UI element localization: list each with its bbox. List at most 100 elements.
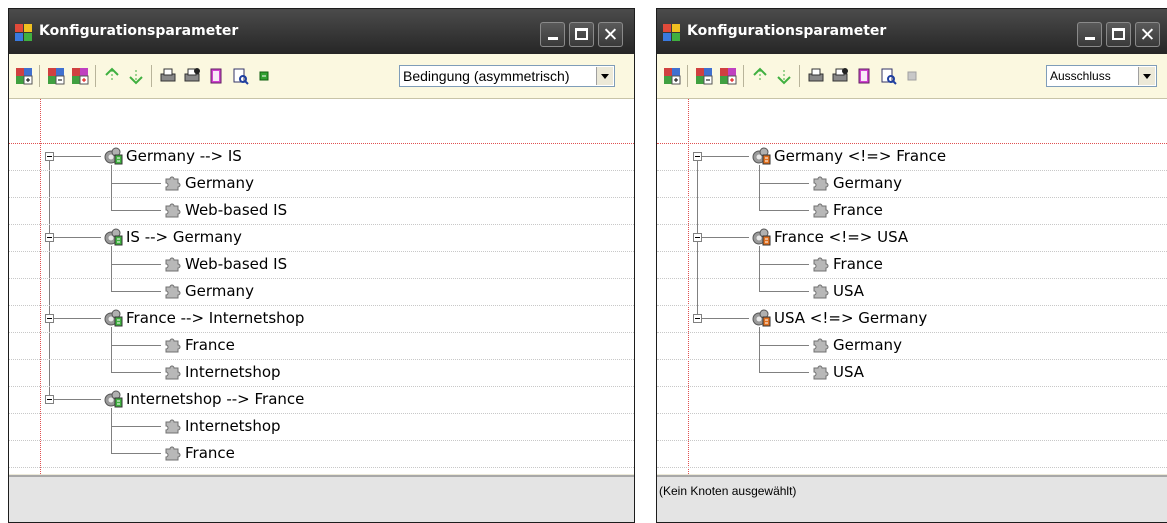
minimize-icon [548,37,558,40]
tree-leaf-label[interactable]: Internetshop [185,363,281,381]
mode-select-value: Bedingung (asymmetrisch) [403,68,570,84]
close-icon: ✕ [1139,24,1156,46]
tree-leaf-label[interactable]: France [833,201,883,219]
component-leaf-icon [163,256,181,272]
tree-node-label[interactable]: France --> Internetshop [126,309,304,327]
tree-node[interactable] [657,224,1167,252]
print-icon[interactable] [807,67,825,85]
tree-leaf-label[interactable]: Germany [185,282,254,300]
tree-leaf[interactable] [9,170,634,198]
add-child-node-icon[interactable] [47,67,65,85]
move-up-icon[interactable] [103,67,121,85]
chevron-down-icon[interactable] [596,67,613,85]
tree-leaf-label[interactable]: Web-based IS [185,255,287,273]
square-icon[interactable] [903,67,921,85]
tree-leaf-label[interactable]: USA [833,282,864,300]
tree-leaf-label[interactable]: France [185,336,235,354]
tree-leaf-label[interactable]: Germany [185,174,254,192]
title-bar[interactable]: Konfigurationsparameter ✕ [657,9,1167,54]
tree-connector [702,156,749,157]
tree-leaf[interactable] [657,278,1167,306]
tree-leaf-label[interactable]: Germany [833,174,902,192]
add-multi-node-icon[interactable] [71,67,89,85]
add-node-icon[interactable] [15,67,33,85]
constraint-node-icon [103,228,123,246]
collapse-toggle-icon[interactable] [45,314,54,323]
tree-leaf-label[interactable]: France [185,444,235,462]
empty-row [657,467,1167,474]
tree-node-label[interactable]: IS --> Germany [126,228,242,246]
add-node-icon[interactable] [663,67,681,85]
collapse-toggle-icon[interactable] [45,395,54,404]
tree-leaf[interactable] [657,332,1167,360]
tree-node-label[interactable]: Germany --> IS [126,147,242,165]
tree-view[interactable]: Germany <!=> France Germany France France <… [657,99,1167,474]
tree-leaf[interactable] [9,278,634,306]
tree-leaf[interactable] [9,440,634,468]
window-title: Konfigurationsparameter [687,23,887,39]
tree-connector [111,291,161,292]
mode-select[interactable]: Bedingung (asymmetrisch) [399,65,615,87]
find-icon[interactable] [879,67,897,85]
constraint-node-icon [751,228,771,246]
add-child-node-icon[interactable] [695,67,713,85]
minimize-button[interactable] [1077,22,1102,47]
config-window-right: Konfigurationsparameter ✕ Ausschluss Ger… [656,8,1167,523]
tree-leaf[interactable] [9,197,634,225]
tree-leaf[interactable] [657,251,1167,279]
tree-connector [759,246,760,291]
status-bar: (Kein Knoten ausgewählt) [657,475,1167,522]
tree-leaf-label[interactable]: Internetshop [185,417,281,435]
add-multi-node-icon[interactable] [719,67,737,85]
title-bar[interactable]: Konfigurationsparameter ✕ [9,9,634,54]
maximize-button[interactable] [1106,22,1131,47]
tree-leaf-label[interactable]: USA [833,363,864,381]
move-down-icon[interactable] [775,67,793,85]
component-leaf-icon [163,445,181,461]
toolbar-separator [687,65,688,87]
close-button[interactable]: ✕ [1135,22,1160,47]
toolbar: Bedingung (asymmetrisch) [9,54,634,99]
tree-leaf[interactable] [9,413,634,441]
tree-node-label[interactable]: Germany <!=> France [774,147,946,165]
collapse-toggle-icon[interactable] [45,233,54,242]
close-button[interactable]: ✕ [598,22,623,47]
tree-leaf[interactable] [657,170,1167,198]
collapse-toggle-icon[interactable] [45,152,54,161]
minimize-button[interactable] [540,22,565,47]
tree-node-label[interactable]: France <!=> USA [774,228,908,246]
chevron-down-icon[interactable] [1138,67,1155,85]
tree-leaf[interactable] [9,332,634,360]
collapse-toggle-icon[interactable] [693,152,702,161]
print-preview-icon[interactable] [831,67,849,85]
tree-leaf[interactable] [657,359,1167,387]
print-icon[interactable] [159,67,177,85]
tree-leaf[interactable] [9,251,634,279]
tree-connector [759,372,809,373]
tree-node-label[interactable]: USA <!=> Germany [774,309,927,327]
tree-connector [111,210,161,211]
collapse-toggle-icon[interactable] [693,314,702,323]
mode-select[interactable]: Ausschluss [1046,65,1157,87]
toolbar-separator [39,65,40,87]
square-icon[interactable] [255,67,273,85]
toolbar-separator [743,65,744,87]
maximize-button[interactable] [569,22,594,47]
tree-connector [759,210,809,211]
book-icon[interactable] [207,67,225,85]
component-leaf-icon [163,364,181,380]
toolbar-separator [151,65,152,87]
move-down-icon[interactable] [127,67,145,85]
tree-view[interactable]: Germany --> IS Germany Web-based IS IS --> … [9,99,634,474]
move-up-icon[interactable] [751,67,769,85]
book-icon[interactable] [855,67,873,85]
print-preview-icon[interactable] [183,67,201,85]
collapse-toggle-icon[interactable] [693,233,702,242]
tree-leaf[interactable] [657,197,1167,225]
tree-leaf-label[interactable]: Germany [833,336,902,354]
tree-leaf-label[interactable]: France [833,255,883,273]
tree-leaf[interactable] [9,359,634,387]
tree-leaf-label[interactable]: Web-based IS [185,201,287,219]
tree-node-label[interactable]: Internetshop --> France [126,390,304,408]
find-icon[interactable] [231,67,249,85]
